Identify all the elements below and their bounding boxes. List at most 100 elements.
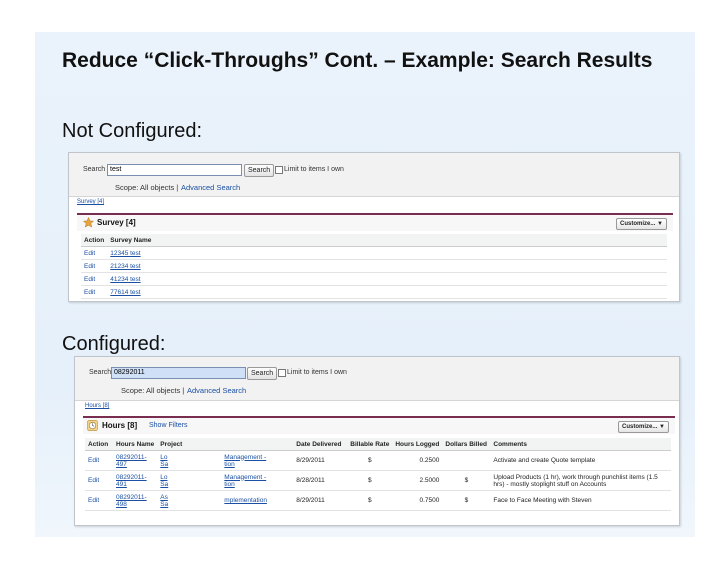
limit-checkbox[interactable] [278, 369, 286, 377]
column-header[interactable]: Hours Name [113, 438, 158, 451]
comment-text: Activate and create Quote template [493, 457, 596, 464]
search-button[interactable]: Search [247, 367, 278, 380]
results-tab-hours[interactable]: Hours [8] [85, 403, 109, 409]
table-row: Edit 77614 test [81, 285, 667, 299]
comment-text: Face to Face Meeting with Steven [493, 497, 592, 504]
edit-link[interactable]: Edit [84, 263, 95, 270]
task-link[interactable]: tion [224, 461, 234, 468]
project-link[interactable]: Sa [160, 461, 168, 468]
dollars-billed: $ [442, 470, 491, 491]
table-row: Edit 12345 test [81, 246, 667, 260]
slide-title: Reduce “Click-Throughs” Cont. – Example:… [62, 49, 653, 72]
survey-name-link[interactable]: 77614 test [110, 289, 140, 296]
billable-rate: $ [347, 470, 393, 491]
project-link[interactable]: Lo [160, 474, 167, 481]
show-filters-link[interactable]: Show Filters [149, 422, 188, 429]
survey-name-link[interactable]: 12345 test [110, 250, 140, 257]
table-row: Edit 08292011- 491 Lo Sa Management - tion … [85, 470, 671, 491]
table-row: Edit 41234 test [81, 272, 667, 286]
comment-text: Upload Products (1 hr), work through pun… [493, 473, 658, 481]
column-header[interactable]: Billable Rate [347, 438, 393, 451]
customize-button[interactable]: Customize... ▼ [616, 218, 667, 230]
date-delivered: 8/29/2011 [293, 490, 348, 511]
edit-link[interactable]: Edit [88, 477, 99, 484]
table-header-row: Action Survey Name [81, 234, 667, 247]
table-header-row: Action Hours Name Project Date Delivered… [85, 438, 671, 451]
limit-checkbox[interactable] [275, 166, 283, 174]
search-results-panel-configured: Search 08292011 Search Limit to items I … [74, 356, 680, 526]
advanced-search-link[interactable]: Advanced Search [187, 386, 246, 395]
search-input[interactable]: test [107, 164, 242, 176]
dollars-billed [442, 450, 491, 471]
search-label: Search [89, 369, 112, 376]
task-link[interactable]: Management - [224, 454, 266, 461]
edit-link[interactable]: Edit [84, 250, 95, 257]
search-button[interactable]: Search [244, 164, 275, 177]
table-row: Edit 21234 test [81, 259, 667, 273]
limit-label: Limit to items I own [284, 166, 344, 173]
hours-name-link[interactable]: 08292011- [116, 454, 147, 461]
hours-logged: 2.5000 [392, 470, 443, 491]
clock-icon [87, 420, 98, 431]
block-header: Hours [8] Show Filters Customize... ▼ [83, 418, 675, 434]
edit-link[interactable]: Edit [84, 289, 95, 296]
column-header[interactable]: Survey Name [107, 234, 667, 247]
results-tab-survey[interactable]: Survey [4] [77, 199, 104, 205]
edit-link[interactable]: Edit [88, 457, 99, 464]
column-header[interactable]: Date Delivered [293, 438, 348, 451]
task-link[interactable]: Management - [224, 474, 266, 481]
table-row: Edit 08292011- 498 As Sa mplementation 8/2… [85, 490, 671, 511]
scope-text: Scope: All objects | [121, 386, 185, 395]
hours-name-link[interactable]: 08292011- [116, 494, 147, 501]
hours-logged: 0.7500 [392, 490, 443, 511]
survey-name-link[interactable]: 41234 test [110, 276, 140, 283]
search-bar: Search 08292011 Search Limit to items I … [75, 357, 679, 401]
scope-text: Scope: All objects | [115, 183, 179, 192]
advanced-search-link[interactable]: Advanced Search [181, 183, 240, 192]
billable-rate: $ [347, 450, 393, 471]
billable-rate: $ [347, 490, 393, 511]
survey-star-icon [83, 217, 94, 228]
survey-results-table: Action Survey Name Edit 12345 test Edit … [81, 234, 667, 299]
block-title: Survey [4] [97, 218, 136, 227]
customize-button[interactable]: Customize... ▼ [618, 421, 669, 433]
column-header[interactable]: Action [81, 234, 108, 247]
column-header[interactable]: Comments [490, 438, 671, 451]
task-link[interactable]: tion [224, 481, 234, 488]
survey-name-link[interactable]: 21234 test [110, 263, 140, 270]
table-row: Edit 08292011- 497 Lo Sa Management - tion … [85, 450, 671, 471]
hours-results-block: Hours [8] Show Filters Customize... ▼ Ac… [83, 416, 675, 524]
hours-name-link[interactable]: 491 [116, 481, 127, 488]
search-results-panel-not-configured: Search test Search Limit to items I own … [68, 152, 680, 302]
date-delivered: 8/28/2011 [293, 470, 348, 491]
block-title: Hours [8] [102, 421, 138, 430]
project-link[interactable]: Lo [160, 454, 167, 461]
edit-link[interactable]: Edit [88, 497, 99, 504]
block-header: Survey [4] Customize... ▼ [77, 215, 673, 231]
date-delivered: 8/29/2011 [293, 450, 348, 471]
dollars-billed: $ [442, 490, 491, 511]
search-label: Search [83, 166, 106, 173]
project-link[interactable]: As [160, 494, 168, 501]
task-link[interactable]: mplementation [224, 497, 267, 504]
hours-results-table: Action Hours Name Project Date Delivered… [85, 438, 671, 511]
column-header [221, 438, 294, 451]
edit-link[interactable]: Edit [84, 276, 95, 283]
project-link[interactable]: Sa [160, 481, 168, 488]
comment-text: hrs) - mostly stoplight stuff on Account… [493, 480, 607, 488]
project-link[interactable]: Sa [160, 501, 168, 508]
search-input[interactable]: 08292011 [111, 367, 246, 379]
hours-name-link[interactable]: 498 [116, 501, 127, 508]
limit-label: Limit to items I own [287, 369, 347, 376]
column-header[interactable]: Action [85, 438, 113, 451]
hours-logged: 0.2500 [392, 450, 443, 471]
survey-results-block: Survey [4] Customize... ▼ Action Survey … [77, 213, 673, 299]
hours-name-link[interactable]: 08292011- [116, 474, 147, 481]
configured-label: Configured: [62, 333, 166, 355]
hours-name-link[interactable]: 497 [116, 461, 127, 468]
not-configured-label: Not Configured: [62, 120, 203, 142]
column-header[interactable]: Dollars Billed [442, 438, 491, 451]
search-bar: Search test Search Limit to items I own … [69, 153, 679, 197]
column-header[interactable]: Project [157, 438, 222, 451]
column-header[interactable]: Hours Logged [392, 438, 443, 451]
